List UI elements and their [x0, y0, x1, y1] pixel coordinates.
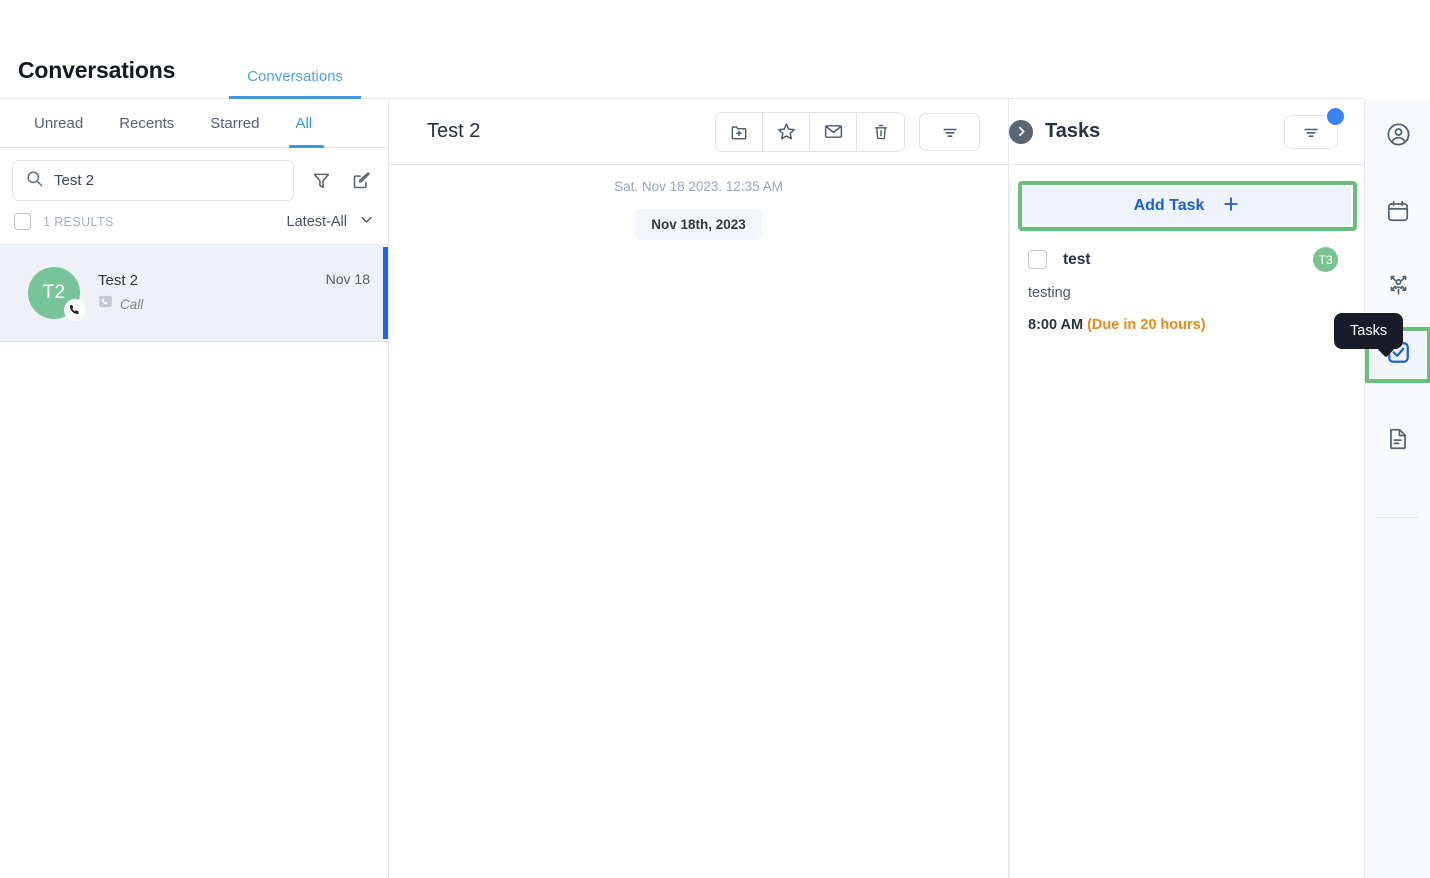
conversation-channel: Call: [120, 296, 144, 312]
tasks-panel: Tasks Add Task test T3 testing 8:00 AM (…: [1009, 99, 1364, 878]
tasks-header: Tasks: [1009, 99, 1364, 165]
task-due-time: 8:00 AM: [1028, 317, 1084, 333]
document-icon: [1385, 426, 1411, 457]
tasks-body: Add Task test T3 testing 8:00 AM (Due in…: [1009, 181, 1364, 878]
add-task-button[interactable]: Add Task: [1024, 187, 1351, 225]
star-button[interactable]: [763, 112, 810, 151]
task-assignee-avatar: T3: [1313, 247, 1338, 272]
task-due-relative: (Due in 20 hours): [1087, 317, 1206, 333]
conversation-toolbar: [715, 111, 980, 152]
avatar: T2: [28, 267, 86, 321]
select-all-checkbox[interactable]: [14, 213, 31, 230]
plus-icon: [1221, 194, 1241, 219]
share-network-icon: [1385, 273, 1412, 305]
tab-starred[interactable]: Starred: [192, 99, 277, 148]
search-icon: [25, 169, 44, 193]
tab-unread[interactable]: Unread: [16, 99, 101, 148]
rail-item-calendar[interactable]: [1365, 175, 1430, 251]
phone-icon: [64, 299, 86, 321]
phone-square-icon: [98, 294, 113, 314]
rail-divider: [1377, 517, 1418, 518]
conversation-list: T2 Test 2 Call Nov 18: [0, 244, 388, 342]
task-title: test: [1063, 250, 1091, 268]
results-row: 1 RESULTS Latest-All: [0, 201, 388, 231]
mark-unread-button[interactable]: [810, 112, 857, 151]
add-task-highlight: Add Task: [1018, 181, 1357, 231]
top-bar: Conversations Conversations: [0, 0, 1364, 99]
date-separator-chip: Nov 18th, 2023: [635, 209, 762, 240]
page-title: Conversations: [18, 57, 176, 83]
add-task-label: Add Task: [1133, 197, 1205, 214]
right-rail: [1364, 99, 1430, 878]
contact-icon: [1385, 121, 1412, 153]
task-due: 8:00 AM (Due in 20 hours): [1028, 317, 1338, 333]
search-input[interactable]: [54, 172, 281, 189]
task-item[interactable]: test T3 testing 8:00 AM (Due in 20 hours…: [1010, 231, 1364, 333]
delete-button[interactable]: [857, 112, 904, 151]
conversation-date: Nov 18: [325, 271, 370, 287]
tab-conversations[interactable]: Conversations: [229, 68, 362, 99]
chevron-down-icon: [359, 212, 374, 231]
add-to-folder-button[interactable]: [716, 112, 763, 151]
tasks-title: Tasks: [1045, 120, 1101, 142]
funnel-icon[interactable]: [308, 167, 334, 195]
rail-item-notes[interactable]: [1365, 403, 1430, 479]
filter-active-badge: [1327, 107, 1344, 125]
conversation-filter-tabs: Unread Recents Starred All: [0, 99, 388, 148]
calendar-icon: [1385, 198, 1411, 229]
rail-item-contact[interactable]: [1365, 99, 1430, 175]
results-count: 1 RESULTS: [43, 214, 114, 229]
tab-recents[interactable]: Recents: [101, 99, 192, 148]
message-area: Sat, Nov 18 2023, 12:35 AM Nov 18th, 202…: [389, 165, 1008, 240]
compose-pencil-icon[interactable]: [348, 167, 374, 195]
conversation-header: Test 2: [389, 99, 1008, 165]
tab-all[interactable]: All: [277, 99, 330, 148]
filter-button[interactable]: [919, 112, 980, 151]
chevron-right-circle-icon[interactable]: [1009, 119, 1033, 144]
sort-label: Latest-All: [286, 213, 347, 230]
conversation-list-panel: Unread Recents Starred All Test 2 1 RESU…: [0, 99, 389, 878]
task-description: testing: [1028, 285, 1071, 301]
conversation-detail-panel: Test 2 Sat, Nov 18 2023, 12:35 AM Nov 18…: [389, 99, 1009, 878]
search-box[interactable]: [12, 160, 294, 201]
app-root: Conversations Conversations Unread Recen…: [0, 0, 1430, 878]
message-timestamp: Sat, Nov 18 2023, 12:35 AM: [614, 179, 783, 191]
list-item[interactable]: T2 Test 2 Call Nov 18: [0, 244, 388, 342]
top-bar-right-spacer: [1364, 0, 1430, 99]
search-row: [0, 148, 388, 201]
tooltip-tasks: Tasks: [1334, 313, 1404, 349]
sort-dropdown[interactable]: Latest-All: [287, 212, 374, 231]
conversation-name: Test 2: [98, 272, 139, 289]
task-complete-checkbox[interactable]: [1028, 250, 1047, 269]
conversation-title: Test 2: [427, 120, 481, 142]
